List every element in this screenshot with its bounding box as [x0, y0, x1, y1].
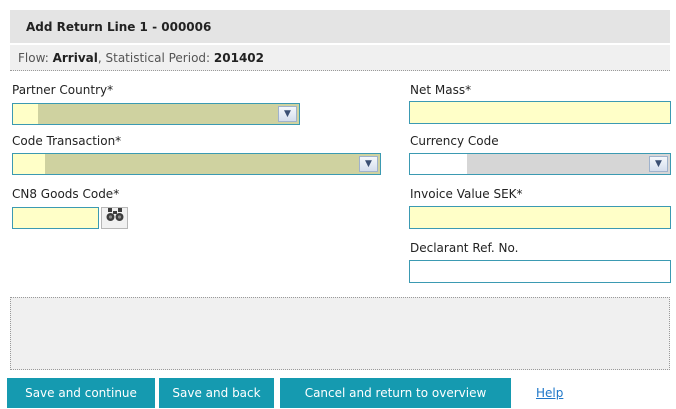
code-transaction-select[interactable]: ▼: [12, 153, 381, 175]
cn8-goods-code-input[interactable]: [12, 207, 99, 229]
declarant-ref-label: Declarant Ref. No.: [410, 241, 519, 255]
declarant-ref-input[interactable]: [409, 260, 671, 283]
info-bar: Flow: Arrival, Statistical Period: 20140…: [10, 45, 670, 71]
save-and-continue-button[interactable]: Save and continue: [7, 378, 155, 408]
save-and-back-button[interactable]: Save and back: [159, 378, 274, 408]
chevron-down-icon[interactable]: ▼: [359, 156, 378, 172]
period-value: 201402: [213, 51, 264, 65]
invoice-value-label: Invoice Value SEK*: [410, 187, 523, 201]
partner-country-label: Partner Country*: [12, 83, 114, 97]
currency-code-select[interactable]: ▼: [409, 153, 671, 175]
chevron-down-icon[interactable]: ▼: [649, 156, 668, 172]
flow-value: Arrival: [52, 51, 98, 65]
partner-country-select[interactable]: ▼: [12, 103, 300, 125]
help-link[interactable]: Help: [536, 386, 563, 400]
cn8-goods-code-label: CN8 Goods Code*: [12, 187, 120, 201]
currency-code-label: Currency Code: [410, 134, 499, 148]
chevron-down-icon[interactable]: ▼: [278, 106, 297, 122]
message-area: [10, 297, 670, 370]
net-mass-input[interactable]: [409, 101, 671, 124]
invoice-value-input[interactable]: [409, 206, 671, 229]
cancel-and-return-button[interactable]: Cancel and return to overview: [280, 378, 511, 408]
page-title: Add Return Line 1 - 000006: [26, 20, 212, 34]
net-mass-label: Net Mass*: [410, 83, 472, 97]
binoculars-icon[interactable]: [101, 207, 128, 229]
form-header: Add Return Line 1 - 000006: [10, 10, 670, 43]
flow-info: Flow: Arrival, Statistical Period: 20140…: [18, 51, 264, 65]
code-transaction-label: Code Transaction*: [12, 134, 122, 148]
